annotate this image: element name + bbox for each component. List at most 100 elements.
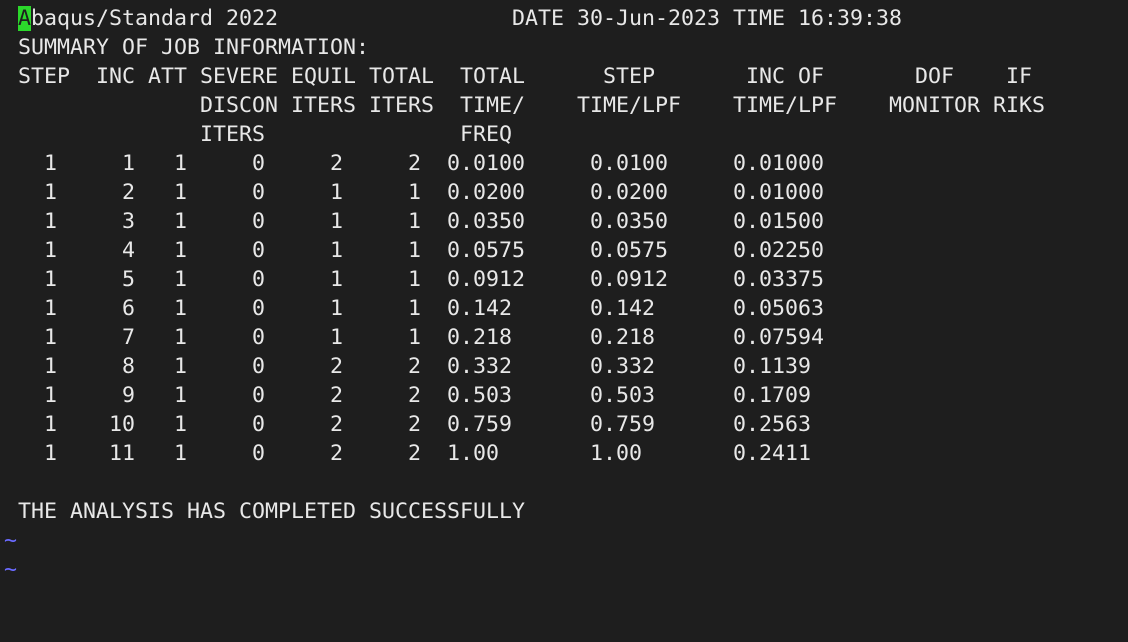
cell-total-iters: 1 bbox=[407, 209, 421, 234]
col-header-if: IF bbox=[1006, 64, 1033, 89]
cell-att: 1 bbox=[173, 383, 187, 408]
empty-buffer-line: ~ bbox=[0, 526, 1128, 555]
cell-att: 1 bbox=[173, 267, 187, 292]
column-header-row-2: DISCON ITERS ITERS TIME/ TIME/LPF TIME/L… bbox=[0, 91, 1128, 120]
cell-total-iters: 1 bbox=[407, 267, 421, 292]
cell-total-time: 0.0350 bbox=[447, 209, 526, 234]
terminal-window[interactable]: Abaqus/Standard 2022 DATE 30-Jun-2023 TI… bbox=[0, 4, 1128, 582]
cell-severe: 0 bbox=[251, 267, 265, 292]
cell-inc: 9 bbox=[121, 383, 135, 408]
footer-line: THE ANALYSIS HAS COMPLETED SUCCESSFULLY bbox=[0, 497, 1128, 526]
cell-total-iters: 2 bbox=[407, 354, 421, 379]
cell-inc-time: 0.2563 bbox=[733, 412, 812, 437]
cell-inc-time: 0.03375 bbox=[733, 267, 825, 292]
tilde-marker: ~ bbox=[4, 528, 18, 553]
cell-equil: 1 bbox=[329, 325, 343, 350]
col-header-step-time: STEP bbox=[603, 64, 656, 89]
cell-total-time: 0.142 bbox=[447, 296, 513, 321]
cell-step: 1 bbox=[43, 354, 57, 379]
summary-title-line: SUMMARY OF JOB INFORMATION: bbox=[0, 33, 1128, 62]
cell-inc: 5 bbox=[121, 267, 135, 292]
cell-inc: 2 bbox=[121, 180, 135, 205]
col-header-discon: DISCON bbox=[200, 93, 279, 118]
col-header-step: STEP bbox=[18, 64, 71, 89]
table-row: 1 4 1 0 1 1 0.0575 0.0575 0.02250 bbox=[0, 236, 1128, 265]
cell-step: 1 bbox=[43, 238, 57, 263]
header-line: Abaqus/Standard 2022 DATE 30-Jun-2023 TI… bbox=[0, 4, 1128, 33]
col-header-total-time: TOTAL bbox=[460, 64, 526, 89]
cell-equil: 2 bbox=[329, 151, 343, 176]
col-header-severe-iters: ITERS bbox=[200, 122, 266, 147]
column-header-row-3: ITERS FREQ bbox=[0, 120, 1128, 149]
cell-step: 1 bbox=[43, 325, 57, 350]
cell-step: 1 bbox=[43, 441, 57, 466]
cell-inc-time: 0.01000 bbox=[733, 151, 825, 176]
cell-total-time: 0.759 bbox=[447, 412, 513, 437]
cell-severe: 0 bbox=[251, 180, 265, 205]
cell-equil: 1 bbox=[329, 209, 343, 234]
cell-total-time: 0.0575 bbox=[447, 238, 526, 263]
cell-step: 1 bbox=[43, 383, 57, 408]
cell-equil: 2 bbox=[329, 383, 343, 408]
cell-total-time: 0.218 bbox=[447, 325, 513, 350]
cell-total-iters: 1 bbox=[407, 180, 421, 205]
col-header-inc: INC bbox=[96, 64, 136, 89]
cell-total-iters: 2 bbox=[407, 151, 421, 176]
cell-inc-time: 0.1139 bbox=[733, 354, 812, 379]
col-header-monitor: MONITOR bbox=[889, 93, 981, 118]
date-time: DATE 30-Jun-2023 TIME 16:39:38 bbox=[512, 6, 903, 31]
cell-step-time: 0.0575 bbox=[590, 238, 669, 263]
cell-step-time: 0.142 bbox=[590, 296, 656, 321]
cell-inc-time: 0.01500 bbox=[733, 209, 825, 234]
table-row: 1 6 1 0 1 1 0.142 0.142 0.05063 bbox=[0, 294, 1128, 323]
cell-severe: 0 bbox=[251, 238, 265, 263]
col-header-freq: FREQ bbox=[460, 122, 513, 147]
cell-total-time: 1.00 bbox=[447, 441, 500, 466]
col-header-inc-of-time: INC OF bbox=[746, 64, 825, 89]
cell-total-time: 0.0200 bbox=[447, 180, 526, 205]
cell-total-time: 0.332 bbox=[447, 354, 513, 379]
col-header-equil: EQUIL bbox=[291, 64, 357, 89]
cell-total-iters: 2 bbox=[407, 383, 421, 408]
cell-step-time: 0.0100 bbox=[590, 151, 669, 176]
app-title: Abaqus/Standard 2022 bbox=[18, 6, 279, 31]
cell-equil: 1 bbox=[329, 238, 343, 263]
cell-step: 1 bbox=[43, 151, 57, 176]
cell-att: 1 bbox=[173, 296, 187, 321]
tilde-marker: ~ bbox=[4, 557, 18, 582]
table-row: 1 9 1 0 2 2 0.503 0.503 0.1709 bbox=[0, 381, 1128, 410]
cell-total-iters: 2 bbox=[407, 441, 421, 466]
cell-total-time: 0.0912 bbox=[447, 267, 526, 292]
table-row: 1 8 1 0 2 2 0.332 0.332 0.1139 bbox=[0, 352, 1128, 381]
column-header-row-1: STEP INC ATT SEVERE EQUIL TOTAL TOTAL ST… bbox=[0, 62, 1128, 91]
cell-step: 1 bbox=[43, 412, 57, 437]
cell-equil: 2 bbox=[329, 441, 343, 466]
col-header-total-iters: TOTAL bbox=[369, 64, 435, 89]
cell-att: 1 bbox=[173, 354, 187, 379]
cell-inc: 11 bbox=[108, 441, 135, 466]
cell-severe: 0 bbox=[251, 151, 265, 176]
cell-severe: 0 bbox=[251, 325, 265, 350]
cell-inc-time: 0.07594 bbox=[733, 325, 825, 350]
cell-step: 1 bbox=[43, 180, 57, 205]
completion-message: THE ANALYSIS HAS COMPLETED SUCCESSFULLY bbox=[18, 499, 526, 524]
summary-title: SUMMARY OF JOB INFORMATION: bbox=[18, 35, 370, 60]
cell-total-iters: 1 bbox=[407, 325, 421, 350]
table-row: 1 11 1 0 2 2 1.00 1.00 0.2411 bbox=[0, 439, 1128, 468]
cell-att: 1 bbox=[173, 325, 187, 350]
cell-inc: 4 bbox=[121, 238, 135, 263]
cell-total-time: 0.0100 bbox=[447, 151, 526, 176]
cell-severe: 0 bbox=[251, 354, 265, 379]
empty-buffer-line: ~ bbox=[0, 555, 1128, 584]
col-header-att: ATT bbox=[148, 64, 188, 89]
cell-step: 1 bbox=[43, 296, 57, 321]
cell-equil: 2 bbox=[329, 412, 343, 437]
cell-step-time: 0.503 bbox=[590, 383, 656, 408]
cell-severe: 0 bbox=[251, 412, 265, 437]
col-header-dof: DOF bbox=[915, 64, 955, 89]
cell-inc-time: 0.2411 bbox=[733, 441, 812, 466]
cell-att: 1 bbox=[173, 180, 187, 205]
cell-inc: 7 bbox=[121, 325, 135, 350]
cell-step-time: 1.00 bbox=[590, 441, 643, 466]
